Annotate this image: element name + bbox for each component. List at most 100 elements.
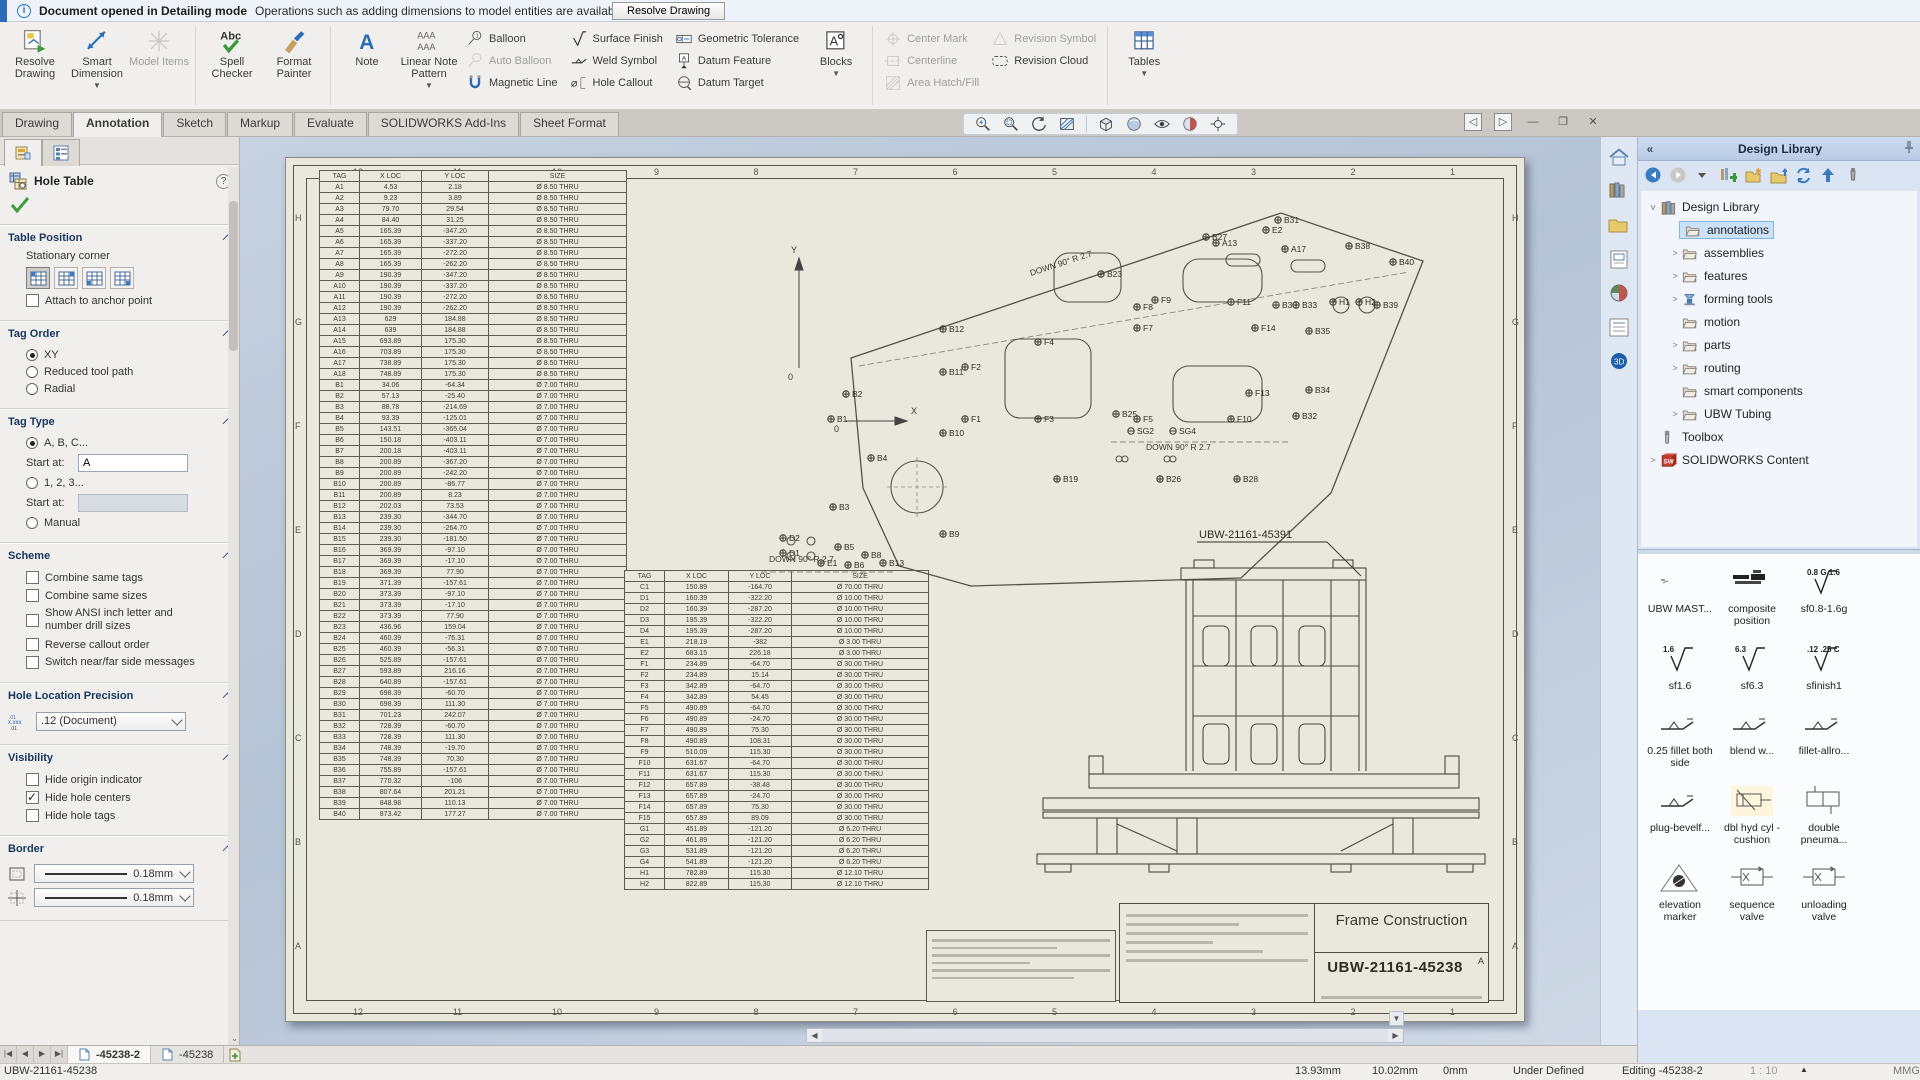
hole-table-row[interactable]: B26525.89-157.61Ø 7.00 THRU bbox=[320, 655, 627, 666]
stationary-corner-button-1[interactable] bbox=[26, 267, 50, 289]
add-sheet-icon[interactable] bbox=[224, 1046, 246, 1063]
refresh-icon[interactable] bbox=[1794, 166, 1812, 184]
display-style-icon[interactable] bbox=[1125, 115, 1143, 133]
ribbon-geometric-tolerance[interactable]: Geometric Tolerance bbox=[669, 28, 805, 50]
library-item-sfinish1[interactable]: .12 .25 Csfinish1 bbox=[1788, 641, 1860, 692]
hide-hole-centers-row[interactable]: Hide hole centers bbox=[26, 791, 239, 804]
hole-tag-marker[interactable]: B9 bbox=[940, 529, 960, 539]
library-item-elevation-marker[interactable]: elevation marker bbox=[1644, 860, 1716, 923]
pin-icon[interactable] bbox=[1898, 140, 1920, 157]
hole-table-row[interactable]: B27593.89216.16Ø 7.00 THRU bbox=[320, 666, 627, 677]
ribbon-magnetic-line[interactable]: Magnetic Line bbox=[460, 72, 564, 94]
ribbon-surface-finish[interactable]: Surface Finish bbox=[564, 28, 669, 50]
hole-table-row[interactable]: B18369.3977.90Ø 7.00 THRU bbox=[320, 567, 627, 578]
ribbon-balloon[interactable]: 1Balloon bbox=[460, 28, 564, 50]
tree-item-forming-tools[interactable]: >forming tools bbox=[1643, 287, 1917, 310]
hole-table-row[interactable]: G1451.89-121.20Ø 6.20 THRU bbox=[625, 824, 929, 835]
hole-table-row[interactable]: B40873.42177.27Ø 7.00 THRU bbox=[320, 809, 627, 820]
hole-table-row[interactable]: B12202.0373.53Ø 7.00 THRU bbox=[320, 501, 627, 512]
library-item-double-pneuma-[interactable]: double pneuma... bbox=[1788, 783, 1860, 846]
hole-table-row[interactable]: A9190.39-347.20Ø 8.50 THRU bbox=[320, 270, 627, 281]
radio-xy[interactable] bbox=[26, 349, 38, 361]
hole-table-row[interactable]: B134.06-64.34Ø 7.00 THRU bbox=[320, 380, 627, 391]
hole-tag-marker[interactable]: E1 bbox=[818, 558, 838, 568]
sheet-tab-452382[interactable]: -45238-2 bbox=[68, 1046, 151, 1063]
hole-table-row[interactable]: A484.4031.25Ø 8.50 THRU bbox=[320, 215, 627, 226]
prev-window-icon[interactable]: ◁ bbox=[1464, 113, 1482, 131]
library-item-composite-position[interactable]: composite position bbox=[1716, 564, 1788, 627]
hole-tag-marker[interactable]: F7 bbox=[1134, 323, 1154, 333]
hole-tag-marker[interactable]: B26 bbox=[1157, 474, 1182, 484]
chevron-collapsed-icon[interactable]: > bbox=[1669, 409, 1681, 419]
hole-tag-marker[interactable]: H2 bbox=[1356, 297, 1377, 307]
hole-table-row[interactable]: B20373.39-97.10Ø 7.00 THRU bbox=[320, 589, 627, 600]
switch-near-far-checkbox[interactable] bbox=[26, 656, 39, 669]
hide-show-icon[interactable] bbox=[1153, 115, 1171, 133]
ribbon-format-painter[interactable]: Format Painter bbox=[263, 24, 325, 107]
view-settings-icon[interactable] bbox=[1209, 115, 1227, 133]
taskpane-library-icon[interactable] bbox=[1607, 179, 1631, 203]
hole-tag-marker[interactable]: D1 bbox=[780, 548, 801, 558]
hole-table-row[interactable]: F6490.89-24.70Ø 30.00 THRU bbox=[625, 714, 929, 725]
hole-table-row[interactable]: F3342.89-64.70Ø 30.00 THRU bbox=[625, 681, 929, 692]
drawing-sheet[interactable]: 121211111010998877665544332211HHGGFFEEDD… bbox=[285, 157, 1525, 1022]
hole-tag-marker[interactable]: B12 bbox=[940, 324, 965, 334]
hole-tag-marker[interactable]: F2 bbox=[962, 362, 982, 372]
bend-note[interactable]: DOWN 90° R 2.7 bbox=[1146, 442, 1211, 452]
hole-table-row[interactable]: H2822.89115.30Ø 12.10 THRU bbox=[625, 879, 929, 890]
tab-sketch[interactable]: Sketch bbox=[163, 112, 226, 136]
hole-table-row[interactable]: F7490.8975.30Ø 30.00 THRU bbox=[625, 725, 929, 736]
reverse-callout-row[interactable]: Reverse callout order bbox=[26, 638, 239, 651]
ansi-checkbox[interactable] bbox=[26, 614, 39, 627]
tag-type-123[interactable]: 1, 2, 3... bbox=[26, 477, 239, 489]
chevron-collapsed-icon[interactable]: > bbox=[1669, 271, 1681, 281]
library-item-sf0-8-1-6g[interactable]: 0.8 G 1.6sf0.8-1.6g bbox=[1788, 564, 1860, 627]
hole-tag-marker[interactable]: B10 bbox=[940, 428, 965, 438]
hole-tag-marker[interactable]: F4 bbox=[1035, 337, 1055, 347]
library-item-sequence-valve[interactable]: sequence valve bbox=[1716, 860, 1788, 923]
tag-type-abc[interactable]: A, B, C... bbox=[26, 437, 239, 449]
section-header[interactable]: Tag Type bbox=[0, 410, 239, 432]
close-icon[interactable]: ✕ bbox=[1584, 113, 1602, 131]
view-orientation-icon[interactable] bbox=[1097, 115, 1115, 133]
taskpane-file-explorer-icon[interactable] bbox=[1607, 213, 1631, 237]
tab-evaluate[interactable]: Evaluate bbox=[294, 112, 367, 136]
hide-hole-centers-checkbox[interactable] bbox=[26, 791, 39, 804]
hole-table-row[interactable]: B23436.96159.04Ø 7.00 THRU bbox=[320, 622, 627, 633]
previous-view-icon[interactable] bbox=[1030, 115, 1048, 133]
hole-tag-marker[interactable]: E2 bbox=[1263, 225, 1283, 235]
tab-solidworks-add-ins[interactable]: SOLIDWORKS Add-Ins bbox=[368, 112, 519, 136]
hole-table-row[interactable]: G4541.89-121.20Ø 6.20 THRU bbox=[625, 857, 929, 868]
tab-drawing[interactable]: Drawing bbox=[2, 112, 72, 136]
sheet-tab-45238[interactable]: -45238 bbox=[151, 1046, 224, 1063]
tab-configuration-manager[interactable] bbox=[42, 139, 80, 166]
resolve-drawing-button[interactable]: Resolve Drawing bbox=[612, 2, 725, 20]
library-item-sf6-3[interactable]: 6.3sf6.3 bbox=[1716, 641, 1788, 692]
options-icon[interactable] bbox=[1844, 166, 1862, 184]
hole-table-row[interactable]: B257.13-25.40Ø 7.00 THRU bbox=[320, 391, 627, 402]
create-folder-icon[interactable]: ✱ bbox=[1744, 166, 1762, 184]
hole-tag-marker[interactable]: B39 bbox=[1374, 300, 1399, 310]
tree-item-smart-components[interactable]: smart components bbox=[1643, 379, 1917, 402]
ribbon-note[interactable]: ANote bbox=[336, 24, 398, 107]
add-to-library-icon[interactable] bbox=[1719, 166, 1737, 184]
hole-table-row[interactable]: B28640.89-157.61Ø 7.00 THRU bbox=[320, 677, 627, 688]
tree-item-parts[interactable]: >parts bbox=[1643, 333, 1917, 356]
hole-tag-marker[interactable]: B2 bbox=[843, 389, 863, 399]
hole-tag-marker[interactable]: SG2 bbox=[1128, 426, 1155, 436]
radio-radial[interactable] bbox=[26, 383, 38, 395]
scroll-down-button[interactable]: ▼ bbox=[1389, 1011, 1404, 1026]
hole-table-row[interactable]: B32728.39-60.70Ø 7.00 THRU bbox=[320, 721, 627, 732]
section-header[interactable]: Scheme bbox=[0, 544, 239, 566]
hole-tag-marker[interactable]: B1 bbox=[828, 414, 848, 424]
hole-table-drawing-1[interactable]: TAGX LOCY LOCSIZEA14.532.18Ø 8.50 THRUA2… bbox=[319, 170, 627, 820]
hole-table-row[interactable]: B22373.3977.90Ø 7.00 THRU bbox=[320, 611, 627, 622]
chevron-down-icon[interactable]: ▼ bbox=[832, 69, 840, 78]
appearances-icon[interactable] bbox=[1181, 115, 1199, 133]
hole-tag-marker[interactable]: B38 bbox=[1346, 241, 1371, 251]
ok-check-icon[interactable] bbox=[10, 197, 30, 213]
chevron-collapsed-icon[interactable]: > bbox=[1647, 455, 1659, 465]
pm-scroll-thumb[interactable] bbox=[229, 201, 238, 351]
hole-table-row[interactable]: B25460.39-56.31Ø 7.00 THRU bbox=[320, 644, 627, 655]
hole-tag-marker[interactable]: B28 bbox=[1234, 474, 1259, 484]
